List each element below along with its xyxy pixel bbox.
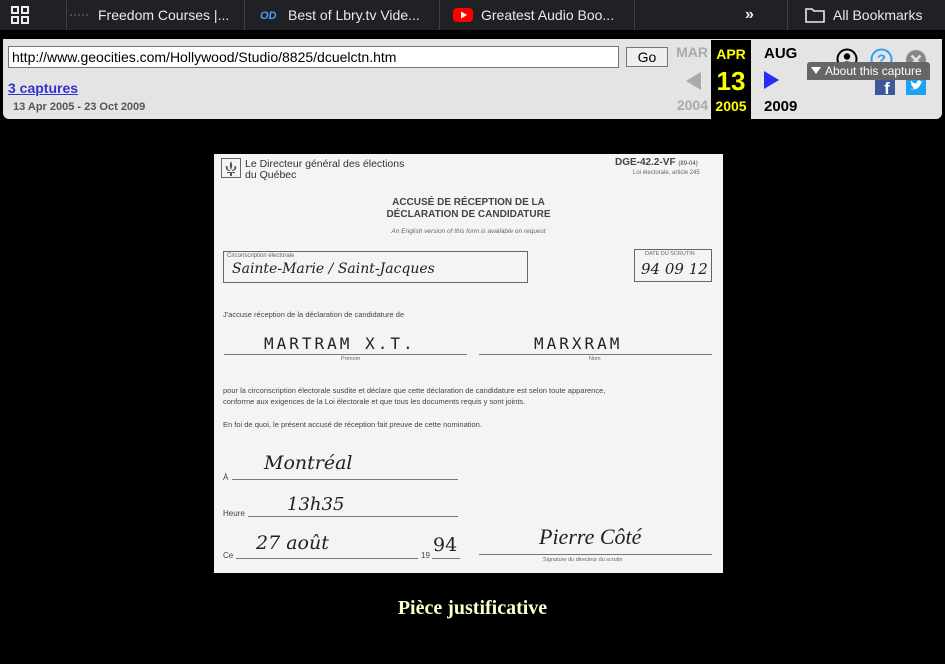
next-month[interactable]: AUG — [764, 45, 797, 62]
about-this-capture-button[interactable]: About this capture — [807, 62, 930, 80]
dotted-line-icon — [70, 5, 90, 25]
youtube-icon — [453, 5, 473, 25]
circonscription-box: Circonscription électorale Sainte-Marie … — [223, 251, 528, 283]
previous-capture-arrow-icon[interactable] — [686, 72, 701, 90]
lastname-label: Nom — [589, 356, 601, 362]
director-signature: Pierre Côté — [539, 524, 642, 549]
next-capture-arrow-icon[interactable] — [764, 71, 779, 89]
bookmarks-separator — [634, 0, 635, 30]
circonscription-value: Sainte-Marie / Saint-Jacques — [232, 261, 435, 277]
year-value: 94 — [433, 534, 458, 556]
bookmark-best-of-lbry[interactable]: OD Best of Lbry.tv Vide... — [260, 0, 420, 30]
english-version-note: An English version of this form is avail… — [391, 228, 546, 235]
current-day: 13 — [716, 66, 746, 96]
year-line — [432, 558, 460, 559]
bookmark-freedom-courses[interactable]: Freedom Courses |... — [70, 0, 229, 30]
document-title-line-2: DÉCLARATION DE CANDIDATURE — [386, 209, 551, 220]
year-prefix: 19 — [421, 551, 430, 560]
lieu-line — [232, 479, 458, 480]
issuer-line-2: du Québec — [245, 169, 297, 181]
ce-label: Ce — [223, 551, 234, 560]
candidate-firstname: MARTRAM X.T. — [264, 334, 416, 353]
apps-grid-icon[interactable] — [11, 6, 29, 24]
caret-down-icon — [811, 67, 821, 74]
bookmark-label: Greatest Audio Boo... — [481, 7, 615, 23]
heure-value: 13h35 — [287, 494, 345, 515]
declaration-paragraph-line-2: conforme aux exigences de la Loi élector… — [223, 397, 526, 406]
wayback-toolbar: Go 3 captures 13 Apr 2005 - 23 Oct 2009 … — [3, 39, 942, 119]
lieu-label: À — [223, 473, 229, 482]
firstname-label: Prénom — [341, 356, 361, 362]
go-button[interactable]: Go — [626, 47, 668, 67]
date-scrutin-box: DATE DU SCRUTIN 94 09 12 — [634, 249, 712, 282]
current-capture-column: APR 13 2005 — [711, 40, 751, 119]
bookmarks-separator — [439, 0, 440, 30]
date-scrutin-label: DATE DU SCRUTIN — [645, 251, 695, 257]
acknowledgement-text: J'accuse réception de la déclaration de … — [223, 310, 405, 319]
bookmarks-bar: Freedom Courses |... OD Best of Lbry.tv … — [0, 0, 945, 30]
bookmarks-separator — [66, 0, 67, 30]
folder-icon — [805, 5, 825, 25]
ce-date-value: 27 août — [256, 532, 329, 554]
current-year: 2005 — [715, 98, 747, 114]
form-code: DGE-42.2-VF (89-04) — [615, 157, 698, 168]
captures-date-range: 13 Apr 2005 - 23 Oct 2009 — [13, 101, 146, 113]
signature-line — [479, 554, 712, 555]
lieu-value: Montréal — [264, 452, 353, 474]
all-bookmarks-label: All Bookmarks — [833, 7, 923, 23]
en-foi-de-quoi-text: En foi de quoi, le présent accusé de réc… — [223, 420, 482, 429]
bookmark-label: Best of Lbry.tv Vide... — [288, 7, 420, 23]
circonscription-label: Circonscription électorale — [227, 253, 295, 259]
about-label: About this capture — [825, 64, 922, 78]
lastname-line — [479, 354, 712, 355]
svg-text:f: f — [884, 79, 890, 95]
bookmark-greatest-audio-books[interactable]: Greatest Audio Boo... — [453, 0, 614, 30]
document-title-line-1: ACCUSÉ DE RÉCEPTION DE LA — [392, 197, 545, 208]
date-scrutin-value: 94 09 12 — [641, 260, 708, 278]
bookmark-label: Freedom Courses |... — [98, 7, 230, 23]
next-year[interactable]: 2009 — [764, 98, 797, 115]
bookmarks-separator — [244, 0, 245, 30]
lbry-logo-icon: OD — [260, 5, 280, 25]
ce-date-line — [236, 558, 418, 559]
firstname-line — [224, 354, 467, 355]
current-month: APR — [716, 46, 746, 62]
bookmarks-separator — [787, 0, 788, 30]
more-bookmarks-chevron-icon[interactable]: » — [745, 5, 765, 25]
captures-link[interactable]: 3 captures — [8, 80, 78, 96]
previous-month[interactable]: MAR — [676, 44, 708, 60]
svg-text:OD: OD — [260, 10, 277, 22]
signature-label: Signature du directeur du scrutin — [543, 557, 623, 563]
wayback-url-input[interactable] — [8, 46, 619, 68]
form-law-reference: Loi électorale, article 245 — [633, 170, 700, 176]
quebec-fleur-de-lis-logo — [221, 158, 241, 178]
candidate-lastname: MARXRAM — [534, 334, 623, 353]
declaration-paragraph-line-1: pour la circonscription électorale susdi… — [223, 386, 606, 395]
all-bookmarks-button[interactable]: All Bookmarks — [805, 0, 922, 30]
heure-label: Heure — [223, 509, 245, 518]
previous-year[interactable]: 2004 — [677, 97, 708, 113]
page-caption: Pièce justificative — [397, 597, 548, 619]
scanned-document-image: Le Directeur général des élections du Qu… — [214, 154, 723, 573]
heure-line — [248, 516, 458, 517]
